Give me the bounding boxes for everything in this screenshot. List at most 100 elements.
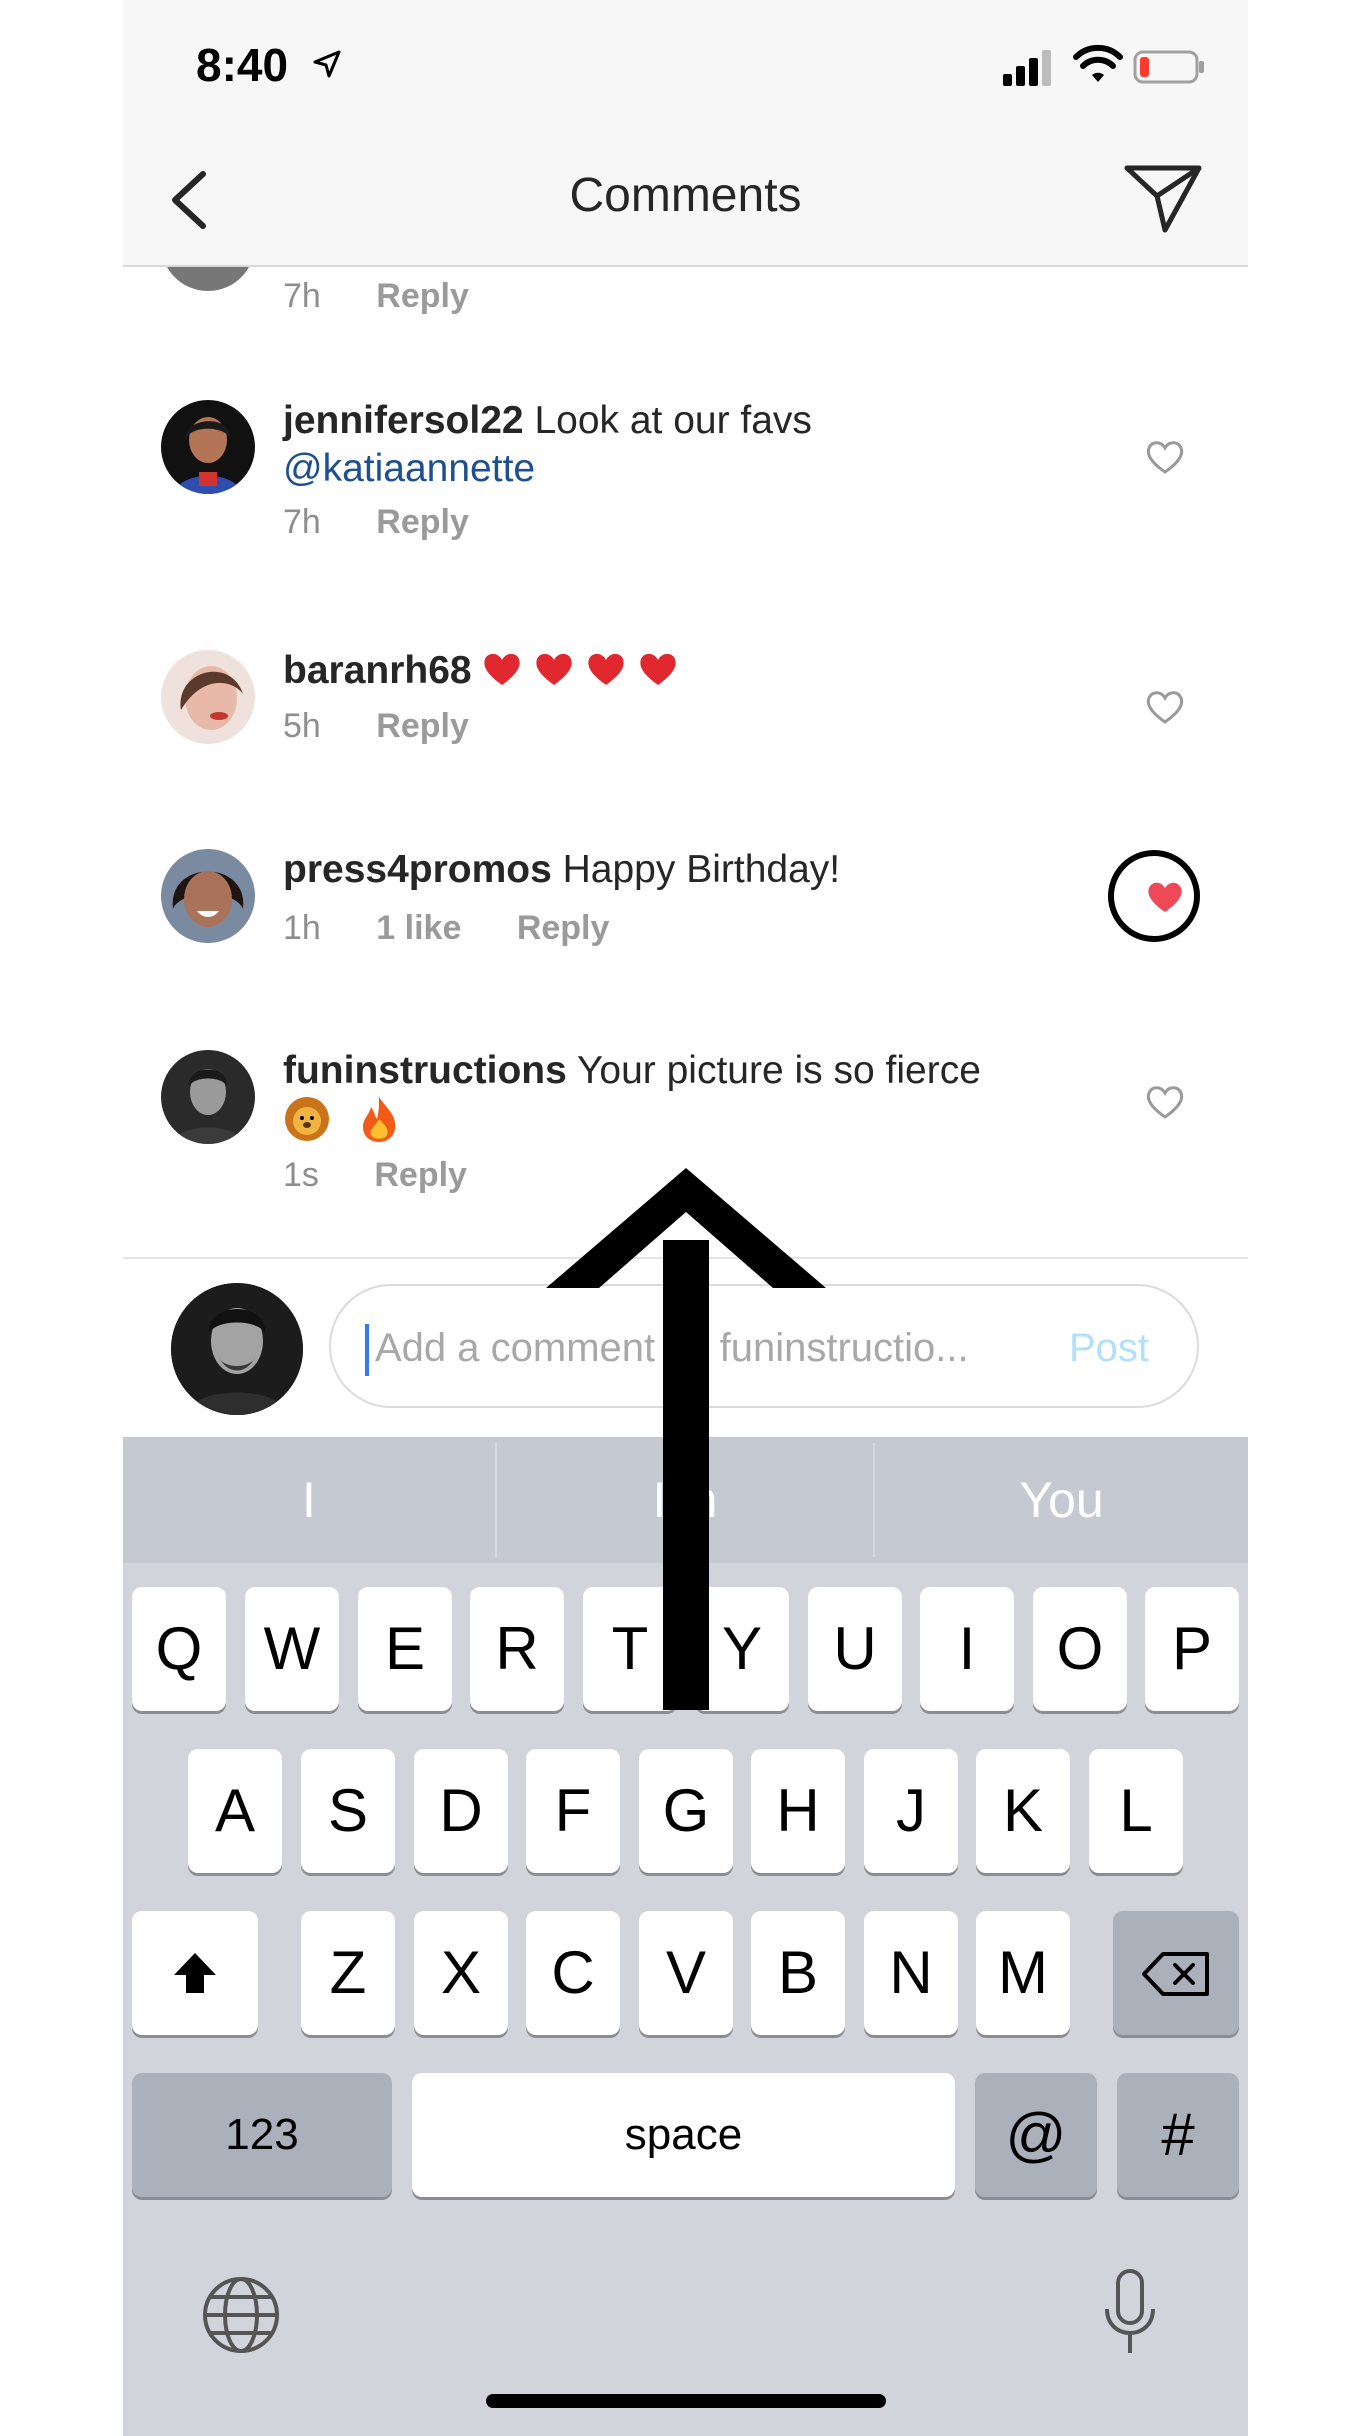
red-heart-emoji-icon bbox=[640, 653, 677, 685]
comment-meta: 1h 1 like Reply bbox=[283, 909, 655, 948]
comment-username[interactable]: funinstructions bbox=[283, 1049, 567, 1092]
microphone-icon[interactable] bbox=[1103, 2269, 1157, 2357]
avatar bbox=[161, 849, 255, 943]
comment-time: 5h bbox=[283, 707, 321, 745]
key-u[interactable]: U bbox=[808, 1587, 902, 1711]
at-key[interactable]: @ bbox=[975, 2073, 1097, 2197]
globe-icon[interactable] bbox=[201, 2275, 281, 2355]
key-e[interactable]: E bbox=[358, 1587, 452, 1711]
comment-username[interactable]: press4promos bbox=[283, 848, 552, 891]
home-indicator bbox=[486, 2394, 886, 2408]
key-q[interactable]: Q bbox=[132, 1587, 226, 1711]
comment-meta: 7h Reply bbox=[283, 503, 515, 542]
red-heart-emoji-icon bbox=[484, 653, 521, 685]
avatar bbox=[161, 1050, 255, 1144]
reply-button[interactable]: Reply bbox=[517, 909, 610, 947]
key-h[interactable]: H bbox=[751, 1749, 845, 1873]
comment-username[interactable]: jennifersol22 bbox=[283, 399, 524, 442]
space-key[interactable]: space bbox=[412, 2073, 955, 2197]
key-a[interactable]: A bbox=[188, 1749, 282, 1873]
key-c[interactable]: C bbox=[526, 1911, 620, 2035]
fire-emoji-icon bbox=[363, 1097, 396, 1142]
reply-button[interactable]: Reply bbox=[376, 503, 469, 541]
comment-body: Happy Birthday! bbox=[562, 848, 841, 891]
liked-heart-icon[interactable] bbox=[1145, 879, 1185, 915]
key-l[interactable]: L bbox=[1089, 1749, 1183, 1873]
comment-input-bar: Add a comment as funinstructio... Post bbox=[123, 1257, 1248, 1439]
key-x[interactable]: X bbox=[414, 1911, 508, 2035]
key-k[interactable]: K bbox=[976, 1749, 1070, 1873]
comment-meta: 7h Reply bbox=[283, 277, 515, 316]
reply-button[interactable]: Reply bbox=[376, 707, 469, 745]
key-p[interactable]: P bbox=[1145, 1587, 1239, 1711]
shift-arrow-icon bbox=[174, 1953, 216, 1993]
red-heart-emoji-icon bbox=[588, 653, 625, 685]
key-o[interactable]: O bbox=[1033, 1587, 1127, 1711]
like-count[interactable]: 1 like bbox=[376, 909, 461, 947]
text-cursor bbox=[365, 1324, 369, 1376]
key-y[interactable]: Y bbox=[695, 1587, 789, 1711]
key-t[interactable]: T bbox=[583, 1587, 677, 1711]
reply-button[interactable]: Reply bbox=[374, 1156, 467, 1194]
comment-mention-link[interactable]: @katiaannette bbox=[283, 447, 535, 490]
red-heart-emoji-icon bbox=[536, 653, 573, 685]
shift-key[interactable] bbox=[132, 1911, 258, 2035]
suggestion-bar: I I'm You bbox=[123, 1437, 1248, 1563]
key-d[interactable]: D bbox=[414, 1749, 508, 1873]
wifi-icon bbox=[1073, 44, 1123, 82]
suggestion-3[interactable]: You bbox=[875, 1437, 1248, 1563]
comment-text: funinstructions Your picture is so fierc… bbox=[283, 1047, 1103, 1149]
hash-key[interactable]: # bbox=[1117, 2073, 1239, 2197]
comment-body: Look at our favs bbox=[534, 399, 812, 442]
comment-meta: 1s Reply bbox=[283, 1156, 513, 1195]
suggestion-1[interactable]: I bbox=[123, 1437, 495, 1563]
comment-text: baranrh68 bbox=[283, 647, 1103, 695]
comment-time: 7h bbox=[283, 277, 321, 315]
like-heart-icon[interactable] bbox=[1145, 1084, 1185, 1120]
avatar bbox=[161, 400, 255, 494]
key-w[interactable]: W bbox=[245, 1587, 339, 1711]
like-heart-icon[interactable] bbox=[1145, 439, 1185, 475]
comment-username[interactable]: baranrh68 bbox=[283, 649, 472, 692]
comment-body: Your picture is so fierce bbox=[576, 1049, 981, 1092]
comment-placeholder: Add a comment as funinstructio... bbox=[375, 1326, 969, 1370]
comments-list[interactable]: 7h Reply jennifersol22 Look at our favs … bbox=[123, 267, 1248, 1257]
page-title: Comments bbox=[569, 169, 802, 222]
key-z[interactable]: Z bbox=[301, 1911, 395, 2035]
navigation-bar: Comments bbox=[123, 132, 1248, 267]
comment-meta: 5h Reply bbox=[283, 707, 515, 746]
comment-input-field[interactable]: Add a comment as funinstructio... Post bbox=[329, 1284, 1199, 1408]
status-bar: 8:40 bbox=[123, 0, 1248, 132]
heart-emojis bbox=[482, 649, 690, 692]
status-time: 8:40 bbox=[196, 39, 289, 91]
key-f[interactable]: F bbox=[526, 1749, 620, 1873]
key-b[interactable]: B bbox=[751, 1911, 845, 2035]
lion-emoji-icon bbox=[285, 1097, 329, 1141]
backspace-icon bbox=[1142, 1952, 1209, 1996]
reply-button[interactable]: Reply bbox=[376, 277, 469, 315]
key-n[interactable]: N bbox=[864, 1911, 958, 2035]
cellular-signal-icon bbox=[1003, 50, 1051, 86]
post-button[interactable]: Post bbox=[1069, 1326, 1149, 1371]
key-i[interactable]: I bbox=[920, 1587, 1014, 1711]
key-m[interactable]: M bbox=[976, 1911, 1070, 2035]
comment-time: 7h bbox=[283, 503, 321, 541]
comment-time: 1s bbox=[283, 1156, 319, 1194]
avatar bbox=[161, 267, 255, 291]
key-j[interactable]: J bbox=[864, 1749, 958, 1873]
battery-icon bbox=[1133, 50, 1204, 84]
keyboard: I I'm You Q W E R T Y U I O P A S D F G … bbox=[123, 1437, 1248, 2436]
delete-key[interactable] bbox=[1113, 1911, 1239, 2035]
avatar bbox=[161, 650, 255, 744]
phone-screen: 8:40 Comments 7h Reply jennifersol22 Loo… bbox=[123, 0, 1248, 2436]
direct-send-icon[interactable] bbox=[1123, 160, 1203, 234]
my-avatar bbox=[171, 1283, 303, 1415]
numbers-key[interactable]: 123 bbox=[132, 2073, 392, 2197]
key-v[interactable]: V bbox=[639, 1911, 733, 2035]
suggestion-2[interactable]: I'm bbox=[497, 1437, 873, 1563]
key-g[interactable]: G bbox=[639, 1749, 733, 1873]
like-heart-icon[interactable] bbox=[1145, 689, 1185, 725]
comment-text: press4promos Happy Birthday! bbox=[283, 846, 1103, 894]
key-s[interactable]: S bbox=[301, 1749, 395, 1873]
key-r[interactable]: R bbox=[470, 1587, 564, 1711]
